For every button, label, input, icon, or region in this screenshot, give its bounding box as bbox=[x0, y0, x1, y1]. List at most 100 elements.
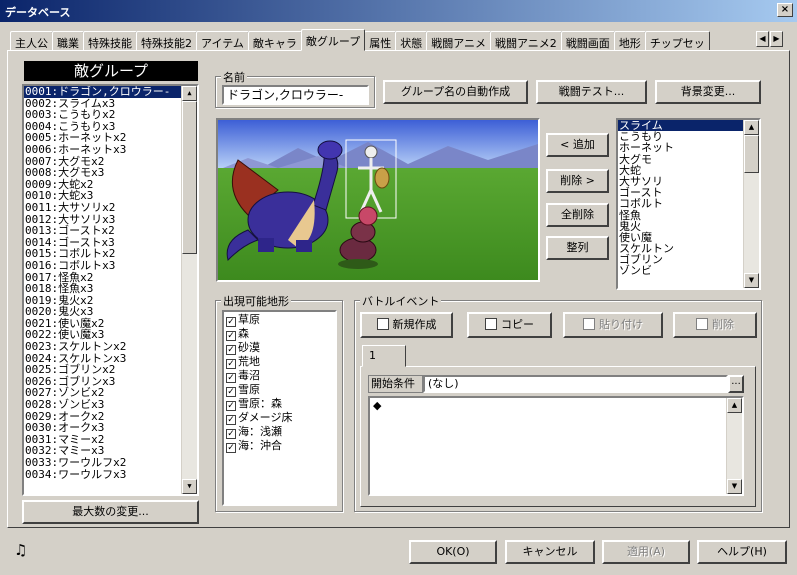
monster-list-item[interactable]: ゾンビ bbox=[618, 265, 759, 276]
scroll-down-button[interactable]: ▼ bbox=[727, 479, 742, 494]
monster-list-item[interactable]: 怪魚 bbox=[618, 209, 759, 220]
auto-name-button[interactable]: グループ名の自動作成 bbox=[383, 80, 528, 104]
tab-strip: 主人公 職業 特殊技能 特殊技能2 アイテム 敵キャラ 敵グループ 属性 状態 戦闘アニメ 戦闘アニ… bbox=[10, 29, 770, 51]
tab-9[interactable]: 戦闘アニメ bbox=[426, 31, 492, 51]
tab-12[interactable]: 地形 bbox=[613, 31, 646, 51]
group-list-scrollbar[interactable]: ▲ ▼ bbox=[181, 86, 197, 494]
event-page-tab-1[interactable]: 1 bbox=[362, 345, 406, 367]
copy-event-button[interactable]: コピー bbox=[467, 312, 552, 338]
tab-8[interactable]: 状態 bbox=[395, 31, 428, 51]
scroll-thumb[interactable] bbox=[182, 101, 197, 254]
apply-button[interactable]: 適用(A) bbox=[602, 540, 690, 564]
tab-6[interactable]: 敵グループ bbox=[300, 29, 366, 51]
group-name-input[interactable]: ドラゴン,クロウラー- bbox=[222, 85, 369, 105]
scroll-up-button[interactable]: ▲ bbox=[744, 120, 759, 135]
ok-button[interactable]: OK(O) bbox=[409, 540, 497, 564]
terrain-item[interactable]: ✓ 毒沼 bbox=[226, 369, 333, 383]
event-command-list[interactable]: ◆ ▲ ▼ bbox=[368, 396, 744, 496]
group-list-item[interactable]: 0033:ワーウルフx2 bbox=[24, 457, 197, 469]
group-list-item[interactable]: 0013:ゴーストx2 bbox=[24, 225, 197, 237]
monster-list-item[interactable]: ホーネット bbox=[618, 142, 759, 153]
delete-event-button[interactable]: 削除 bbox=[673, 312, 757, 338]
terrain-item[interactable]: ✓ 草原 bbox=[226, 313, 333, 327]
terrain-checkbox[interactable]: ✓ bbox=[226, 401, 236, 411]
group-list-header: 敵グループ bbox=[24, 61, 198, 81]
remove-monster-button[interactable]: 削除 > bbox=[546, 169, 609, 193]
tab-5[interactable]: 敵キャラ bbox=[247, 31, 302, 51]
battle-test-button[interactable]: 戦闘テスト... bbox=[536, 80, 647, 104]
music-note-icon: ♫ bbox=[14, 541, 28, 559]
group-list-item[interactable]: 0006:ホーネットx3 bbox=[24, 144, 197, 156]
tab-1[interactable]: 職業 bbox=[52, 31, 84, 51]
terrain-item-label: 荒地 bbox=[238, 355, 260, 368]
delete-event-label: 削除 bbox=[712, 318, 734, 331]
tab-0[interactable]: 主人公 bbox=[10, 31, 53, 51]
tab-13[interactable]: チップセッ bbox=[644, 31, 710, 51]
terrain-checkbox[interactable]: ✓ bbox=[226, 429, 236, 439]
cancel-button[interactable]: キャンセル bbox=[505, 540, 595, 564]
terrain-checkbox[interactable]: ✓ bbox=[226, 331, 236, 341]
tab-2[interactable]: 特殊技能 bbox=[83, 31, 137, 51]
tab-4[interactable]: アイテム bbox=[196, 31, 249, 51]
terrain-checkbox[interactable]: ✓ bbox=[226, 373, 236, 383]
terrain-item[interactable]: ✓ 荒地 bbox=[226, 355, 333, 369]
terrain-checkbox[interactable]: ✓ bbox=[226, 345, 236, 355]
terrain-item[interactable]: ✓ 森 bbox=[226, 327, 333, 341]
terrain-checkbox[interactable]: ✓ bbox=[226, 443, 236, 453]
group-list[interactable]: 0001:ドラゴン,クロウラー- 0002:スライムx3 0003:こうもりx2 00… bbox=[22, 84, 199, 496]
scroll-thumb[interactable] bbox=[744, 135, 759, 173]
delete-icon bbox=[696, 318, 708, 330]
terrain-item[interactable]: ✓ 海：浅瀬 bbox=[226, 425, 333, 439]
command-list-scrollbar[interactable]: ▲ ▼ bbox=[726, 398, 742, 494]
terrain-item-label: 森 bbox=[238, 327, 249, 340]
align-monsters-button[interactable]: 整列 bbox=[546, 236, 609, 260]
terrain-item[interactable]: ✓ 海：沖合 bbox=[226, 439, 333, 453]
group-list-item[interactable]: 0001:ドラゴン,クロウラー- bbox=[24, 86, 197, 98]
monster-list-scrollbar[interactable]: ▲ ▼ bbox=[743, 120, 759, 288]
terrain-list[interactable]: ✓ 草原 ✓ 森 ✓ 砂漠 ✓ 荒地 ✓ 毒沼 ✓ 雪原 ✓ 雪原：森 ✓ ダメージ床 ✓ 海：浅瀬 ✓ 海：沖合 bbox=[222, 310, 337, 506]
window-title: データベース bbox=[5, 6, 71, 19]
terrain-checkbox[interactable]: ✓ bbox=[226, 317, 236, 327]
new-event-button[interactable]: 新規作成 bbox=[360, 312, 453, 338]
group-list-item[interactable]: 0028:ゾンビx3 bbox=[24, 399, 197, 411]
tab-7[interactable]: 属性 bbox=[364, 31, 397, 51]
tab-11[interactable]: 戦闘画面 bbox=[560, 31, 615, 51]
command-row[interactable]: ◆ bbox=[370, 398, 742, 414]
remove-all-monsters-button[interactable]: 全削除 bbox=[546, 203, 609, 227]
terrain-checkbox[interactable]: ✓ bbox=[226, 415, 236, 425]
scroll-down-button[interactable]: ▼ bbox=[182, 479, 197, 494]
tab-10[interactable]: 戦闘アニメ2 bbox=[490, 31, 562, 51]
group-list-item[interactable]: 0016:コボルトx3 bbox=[24, 260, 197, 272]
close-button[interactable]: × bbox=[777, 3, 793, 17]
terrain-item-label: 毒沼 bbox=[238, 369, 260, 382]
group-list-item[interactable]: 0018:怪魚x3 bbox=[24, 283, 197, 295]
scroll-up-button[interactable]: ▲ bbox=[727, 398, 742, 413]
group-list-item[interactable]: 0034:ワーウルフx3 bbox=[24, 468, 197, 481]
terrain-item[interactable]: ✓ 雪原：森 bbox=[226, 397, 333, 411]
group-list-item[interactable]: 0023:スケルトンx2 bbox=[24, 341, 197, 353]
max-count-button[interactable]: 最大数の変更... bbox=[22, 500, 199, 524]
help-button[interactable]: ヘルプ(H) bbox=[697, 540, 787, 564]
group-list-item[interactable]: 0008:大グモx3 bbox=[24, 167, 197, 179]
title-bar: データベース × bbox=[0, 0, 797, 22]
terrain-checkbox[interactable]: ✓ bbox=[226, 387, 236, 397]
terrain-item-label: 雪原 bbox=[238, 383, 260, 396]
terrain-item[interactable]: ✓ 砂漠 bbox=[226, 341, 333, 355]
add-monster-button[interactable]: < 追加 bbox=[546, 133, 609, 157]
battle-preview[interactable] bbox=[216, 118, 540, 282]
tab-3[interactable]: 特殊技能2 bbox=[136, 31, 197, 51]
terrain-checkbox[interactable]: ✓ bbox=[226, 359, 236, 369]
monster-list[interactable]: スライム こうもり ホーネット 大グモ 大蛇 大サソリ ゴースト コボルト 怪魚 鬼火 使い魔 スケル… bbox=[616, 118, 761, 290]
scroll-up-button[interactable]: ▲ bbox=[182, 86, 197, 101]
group-list-item[interactable]: 0011:大サソリx2 bbox=[24, 202, 197, 214]
start-condition-field[interactable]: (なし) bbox=[423, 375, 728, 393]
terrain-item[interactable]: ✓ 雪原 bbox=[226, 383, 333, 397]
terrain-item[interactable]: ✓ ダメージ床 bbox=[226, 411, 333, 425]
condition-edit-button[interactable]: ... bbox=[728, 375, 744, 393]
tab-scroll-left-button[interactable]: ◀ bbox=[756, 31, 769, 47]
scroll-down-button[interactable]: ▼ bbox=[744, 273, 759, 288]
paste-event-button[interactable]: 貼り付け bbox=[563, 312, 663, 338]
tab-scroll-right-button[interactable]: ▶ bbox=[770, 31, 783, 47]
monster-list-item[interactable]: コボルト bbox=[618, 198, 759, 209]
background-change-button[interactable]: 背景変更... bbox=[655, 80, 761, 104]
